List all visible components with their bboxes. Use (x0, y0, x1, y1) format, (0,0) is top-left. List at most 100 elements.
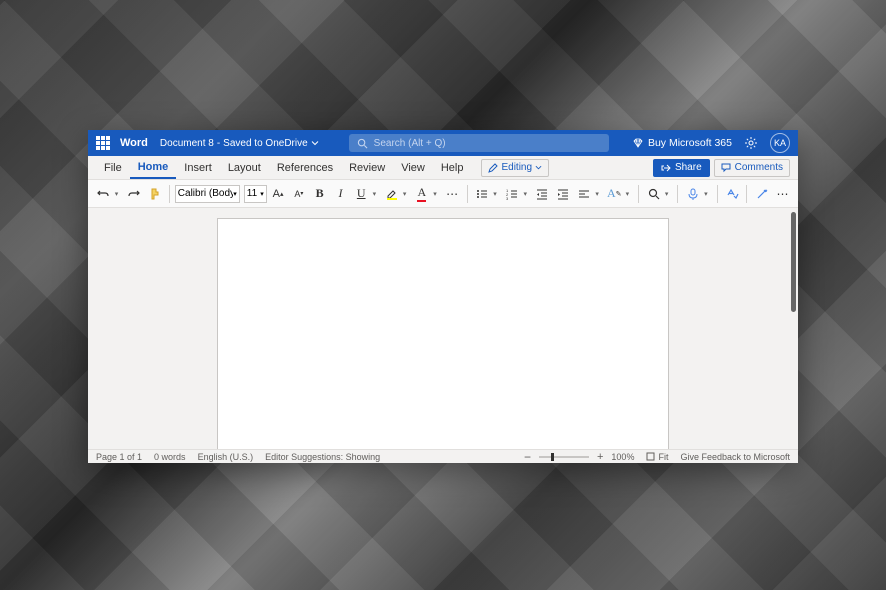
svg-text:3: 3 (506, 196, 509, 201)
app-name: Word (120, 137, 148, 149)
align-left-icon (577, 187, 591, 201)
underline-button[interactable]: U (352, 184, 371, 204)
find-icon (647, 187, 661, 201)
vertical-scrollbar[interactable] (788, 208, 798, 449)
align-button[interactable] (575, 184, 594, 204)
font-size-select[interactable]: 11▾ (244, 185, 267, 203)
indent-icon (556, 187, 570, 201)
app-launcher-icon[interactable] (96, 136, 110, 150)
tab-help[interactable]: Help (433, 156, 472, 179)
increase-indent-button[interactable] (554, 184, 573, 204)
zoom-out-button[interactable]: − (524, 450, 531, 464)
editor-icon (725, 187, 739, 201)
dictate-dropdown[interactable]: ▾ (704, 190, 712, 198)
undo-dropdown[interactable]: ▾ (115, 190, 123, 198)
bullets-dropdown[interactable]: ▾ (493, 190, 501, 198)
tab-insert[interactable]: Insert (176, 156, 220, 179)
save-status: Saved to OneDrive (223, 138, 308, 149)
tab-view[interactable]: View (393, 156, 433, 179)
user-avatar[interactable]: KA (770, 133, 790, 153)
italic-button[interactable]: I (331, 184, 350, 204)
share-button[interactable]: Share (653, 159, 710, 177)
highlight-icon (385, 187, 399, 201)
document-page[interactable] (217, 218, 669, 449)
feedback-link[interactable]: Give Feedback to Microsoft (680, 452, 790, 462)
scrollbar-thumb[interactable] (791, 212, 796, 312)
align-dropdown[interactable]: ▾ (595, 190, 603, 198)
shrink-font-button[interactable]: A▾ (289, 184, 308, 204)
zoom-level[interactable]: 100% (611, 452, 634, 462)
microphone-icon (686, 187, 700, 201)
numbering-dropdown[interactable]: ▾ (524, 190, 532, 198)
more-commands-button[interactable]: ⋯ (773, 184, 792, 204)
zoom-in-button[interactable]: + (597, 451, 603, 463)
zoom-slider[interactable] (539, 456, 589, 458)
font-name-select[interactable]: Calibri (Body)▾ (175, 185, 240, 203)
font-color-button[interactable]: A (412, 184, 431, 204)
toolbar-separator (677, 185, 678, 203)
tab-layout[interactable]: Layout (220, 156, 269, 179)
designer-button[interactable] (752, 184, 771, 204)
fit-icon (646, 452, 655, 461)
paintbrush-icon (147, 187, 161, 201)
tab-review[interactable]: Review (341, 156, 393, 179)
toolbar-separator (717, 185, 718, 203)
dictate-button[interactable] (683, 184, 702, 204)
doc-name: Document 8 (160, 138, 214, 149)
chevron-down-icon (535, 164, 542, 171)
more-font-button[interactable]: ⋯ (443, 184, 462, 204)
bullets-button[interactable] (472, 184, 491, 204)
toolbar-separator (467, 185, 468, 203)
outdent-icon (535, 187, 549, 201)
redo-button[interactable] (124, 184, 143, 204)
font-color-dropdown[interactable]: ▾ (433, 190, 441, 198)
numbering-button[interactable]: 123 (503, 184, 522, 204)
numbering-icon: 123 (505, 187, 519, 201)
language-status[interactable]: English (U.S.) (198, 452, 254, 462)
statusbar: Page 1 of 1 0 words English (U.S.) Edito… (88, 449, 798, 463)
editing-mode-button[interactable]: Editing (481, 159, 549, 177)
underline-dropdown[interactable]: ▾ (373, 190, 381, 198)
toolbar-separator (638, 185, 639, 203)
search-input[interactable]: Search (Alt + Q) (349, 134, 609, 152)
undo-button[interactable] (94, 184, 113, 204)
settings-icon[interactable] (744, 136, 758, 150)
page-info[interactable]: Page 1 of 1 (96, 452, 142, 462)
grow-font-button[interactable]: A▴ (269, 184, 288, 204)
toolbar-separator (169, 185, 170, 203)
tab-home[interactable]: Home (130, 156, 177, 179)
search-icon (357, 138, 368, 149)
titlebar: Word Document 8 - Saved to OneDrive Sear… (88, 130, 798, 156)
document-canvas (88, 208, 798, 449)
title-separator: - (217, 138, 220, 149)
diamond-icon (632, 137, 644, 149)
wand-icon (755, 187, 769, 201)
fit-button[interactable]: Fit (646, 452, 668, 462)
buy-microsoft-link[interactable]: Buy Microsoft 365 (632, 137, 732, 149)
tab-references[interactable]: References (269, 156, 341, 179)
editor-status[interactable]: Editor Suggestions: Showing (265, 452, 380, 462)
comments-button[interactable]: Comments (714, 159, 790, 177)
format-painter-button[interactable] (145, 184, 164, 204)
word-count[interactable]: 0 words (154, 452, 186, 462)
search-placeholder: Search (Alt + Q) (374, 138, 446, 149)
redo-icon (127, 187, 141, 201)
comment-icon (721, 163, 731, 173)
share-icon (661, 163, 671, 173)
toolbar-separator (746, 185, 747, 203)
decrease-indent-button[interactable] (533, 184, 552, 204)
document-title[interactable]: Document 8 - Saved to OneDrive (160, 138, 319, 149)
chevron-down-icon (311, 139, 319, 147)
highlight-dropdown[interactable]: ▾ (403, 190, 411, 198)
zoom-control: − + 100% (524, 450, 634, 464)
bullets-icon (475, 187, 489, 201)
highlight-button[interactable] (382, 184, 401, 204)
styles-dropdown[interactable]: ▾ (626, 190, 634, 198)
find-button[interactable] (644, 184, 663, 204)
editor-button[interactable] (723, 184, 742, 204)
bold-button[interactable]: B (310, 184, 329, 204)
tab-file[interactable]: File (96, 156, 130, 179)
find-dropdown[interactable]: ▾ (665, 190, 673, 198)
styles-button[interactable]: A✎ (605, 184, 624, 204)
word-window: Word Document 8 - Saved to OneDrive Sear… (88, 130, 798, 463)
